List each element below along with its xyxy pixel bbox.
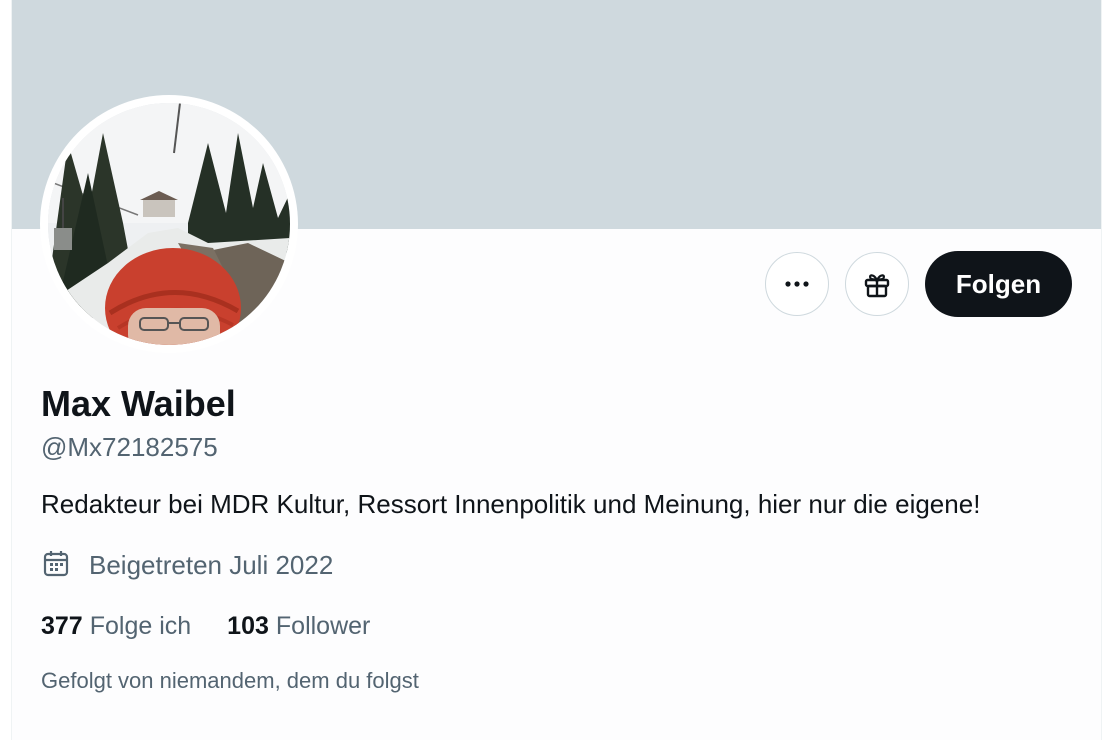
more-horizontal-icon xyxy=(785,281,809,287)
following-count: 377 xyxy=(41,612,83,640)
avatar-photo xyxy=(48,103,290,345)
profile-page: Folgen Max Waibel @Mx72182575 Redakteur … xyxy=(11,0,1102,740)
followers-label: Follower xyxy=(275,612,371,640)
profile-stats: 377 Folge ich 103 Follower xyxy=(41,612,370,641)
joined-date: Beigetreten Juli 2022 xyxy=(41,549,333,581)
more-button[interactable] xyxy=(765,252,829,316)
avatar[interactable] xyxy=(48,103,290,345)
profile-name: Max Waibel xyxy=(41,383,236,424)
profile-actions: Folgen xyxy=(765,251,1072,317)
followed-by-text: Gefolgt von niemandem, dem du folgst xyxy=(41,668,419,693)
followers-count: 103 xyxy=(227,612,269,640)
profile-bio: Redakteur bei MDR Kultur, Ressort Innenp… xyxy=(41,489,981,519)
profile-handle: @Mx72182575 xyxy=(41,432,218,462)
gift-icon xyxy=(864,274,890,298)
joined-label: Beigetreten Juli 2022 xyxy=(89,549,334,580)
following-link[interactable]: 377 Folge ich xyxy=(41,612,191,641)
followers-link[interactable]: 103 Follower xyxy=(227,612,370,641)
following-label: Folge ich xyxy=(89,612,192,640)
gift-button[interactable] xyxy=(845,252,909,316)
calendar-icon xyxy=(41,549,73,581)
follow-button[interactable]: Folgen xyxy=(925,251,1072,317)
